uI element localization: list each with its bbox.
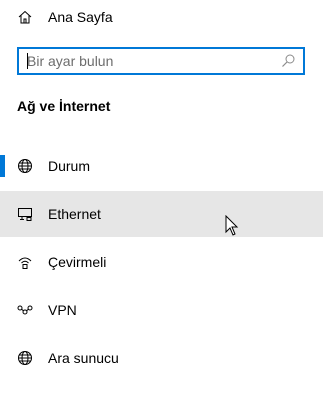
globe-icon xyxy=(17,350,33,366)
search-input[interactable] xyxy=(27,52,277,70)
text-caret xyxy=(27,53,28,69)
section-title: Ağ ve İnternet xyxy=(17,98,111,114)
nav-item-ara-sunucu[interactable]: Ara sunucu xyxy=(0,335,323,381)
nav-item-vpn[interactable]: VPN xyxy=(0,287,323,333)
globe-icon xyxy=(17,158,33,174)
nav-item-label: Çevirmeli xyxy=(48,254,107,270)
nav-item-label: Ara sunucu xyxy=(48,350,119,366)
settings-search-box[interactable] xyxy=(17,47,305,75)
home-label: Ana Sayfa xyxy=(48,9,113,25)
vpn-icon xyxy=(17,302,33,318)
search-icon[interactable] xyxy=(280,53,296,69)
nav-item-durum[interactable]: Durum xyxy=(0,143,323,189)
nav-item-label: VPN xyxy=(48,302,77,318)
nav-item-label: Durum xyxy=(48,158,91,174)
ethernet-icon xyxy=(17,206,33,222)
dialup-icon xyxy=(17,254,33,270)
home-nav-item[interactable]: Ana Sayfa xyxy=(0,0,323,34)
nav-item-label: Ethernet xyxy=(48,206,101,222)
nav-item-cevirmeli[interactable]: Çevirmeli xyxy=(0,239,323,285)
mouse-cursor-icon xyxy=(225,214,239,237)
nav-item-ethernet[interactable]: Ethernet xyxy=(0,191,323,237)
home-icon xyxy=(17,9,33,25)
